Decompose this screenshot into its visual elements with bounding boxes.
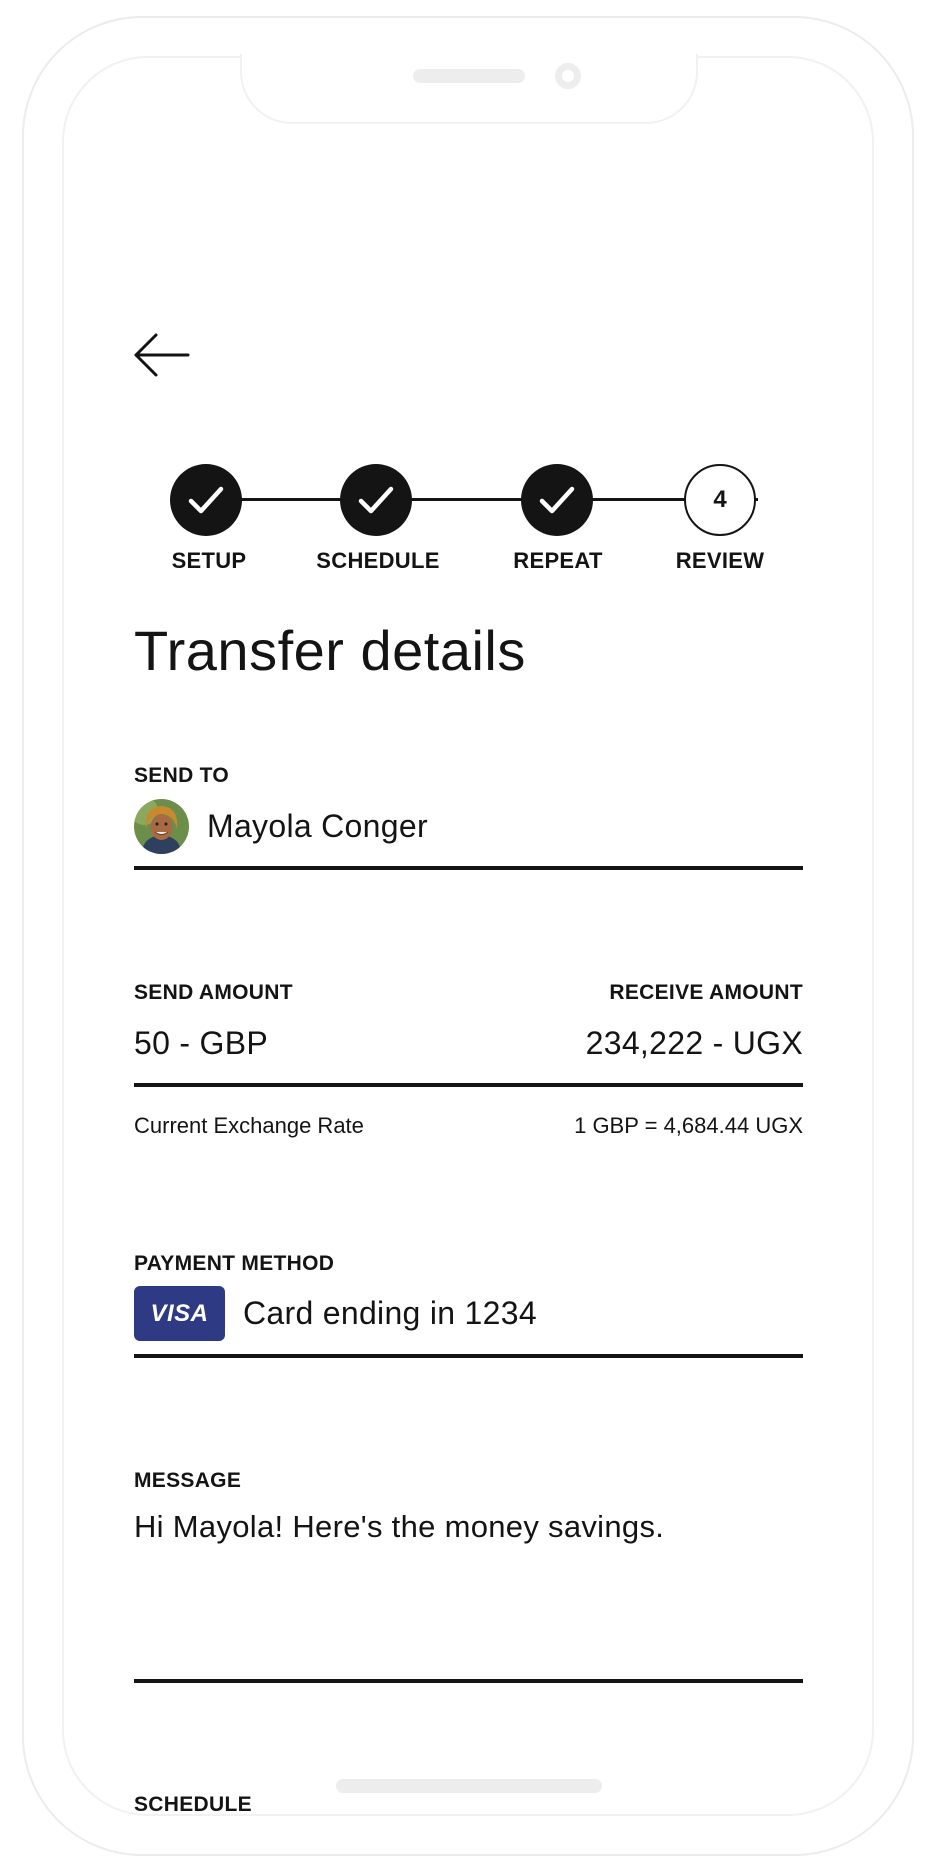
device-camera	[555, 63, 581, 89]
step-review-number: 4	[713, 486, 727, 513]
step-label-review[interactable]: REVIEW	[640, 548, 800, 574]
checkmark-icon	[539, 486, 575, 514]
schedule-label: SCHEDULE	[134, 1793, 252, 1816]
message-input[interactable]: Hi Mayola! Here's the money savings.	[134, 1509, 803, 1545]
send-to-underline	[134, 866, 803, 870]
step-label-repeat[interactable]: REPEAT	[478, 548, 638, 574]
payment-underline	[134, 1354, 803, 1358]
arrow-left-icon	[134, 333, 190, 377]
visa-card-logo: VISA	[134, 1286, 225, 1341]
home-indicator	[336, 1779, 602, 1793]
receive-amount-label: RECEIVE AMOUNT	[609, 981, 803, 1004]
message-label: MESSAGE	[134, 1469, 242, 1492]
step-repeat-indicator[interactable]	[521, 464, 593, 536]
message-underline	[134, 1679, 803, 1683]
step-setup-indicator[interactable]	[170, 464, 242, 536]
device-speaker	[413, 69, 525, 83]
step-label-setup[interactable]: SETUP	[129, 548, 289, 574]
step-connector	[206, 498, 758, 501]
amount-underline	[134, 1083, 803, 1087]
visa-logo-text: VISA	[150, 1299, 209, 1327]
checkmark-icon	[358, 486, 394, 514]
payment-method-label: PAYMENT METHOD	[134, 1252, 335, 1275]
payment-card-text[interactable]: Card ending in 1234	[243, 1295, 537, 1332]
step-review-indicator[interactable]: 4	[684, 464, 756, 536]
recipient-name[interactable]: Mayola Conger	[207, 808, 428, 845]
device-screen-border	[62, 56, 874, 1816]
exchange-rate-label: Current Exchange Rate	[134, 1113, 364, 1138]
receive-amount-value[interactable]: 234,222 - UGX	[586, 1025, 803, 1062]
device-notch	[240, 54, 698, 124]
recipient-avatar	[134, 799, 189, 854]
back-button[interactable]	[132, 330, 192, 380]
step-schedule-indicator[interactable]	[340, 464, 412, 536]
page-title: Transfer details	[134, 619, 526, 682]
exchange-rate-value: 1 GBP = 4,684.44 UGX	[574, 1113, 803, 1138]
checkmark-icon	[188, 486, 224, 514]
send-amount-value[interactable]: 50 - GBP	[134, 1025, 268, 1062]
step-label-schedule[interactable]: SCHEDULE	[298, 548, 458, 574]
send-to-label: SEND TO	[134, 764, 230, 787]
send-amount-label: SEND AMOUNT	[134, 981, 293, 1004]
